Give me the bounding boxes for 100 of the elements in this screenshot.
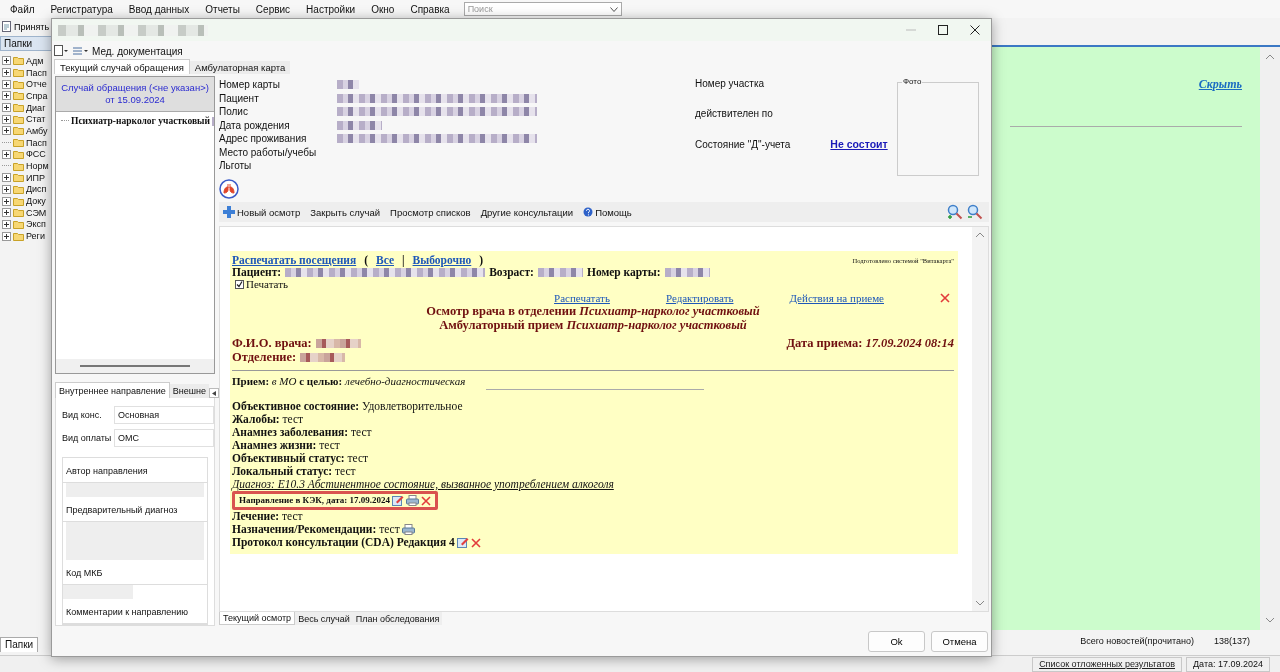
scroll-down-icon[interactable] [1265,616,1275,624]
expand-icon[interactable] [2,208,11,218]
expand-icon[interactable] [2,126,11,136]
scroll-up-icon[interactable] [1265,53,1275,61]
accept-button[interactable]: Принять [2,21,50,33]
edit-icon[interactable] [456,537,469,548]
document-action-link[interactable]: Редактировать [665,292,734,304]
toolbar-button[interactable]: Помощь [583,206,632,218]
tree-item[interactable]: Стат [26,114,46,125]
zoom-in-icon[interactable] [947,204,963,220]
expand-icon[interactable] [2,56,11,66]
toolbar-button[interactable]: Другие консультации [480,206,574,218]
group-label: Код МКБ [66,568,104,578]
tree-item[interactable]: ФСС [26,149,46,160]
tree-item[interactable]: Эксп [26,219,46,230]
tree-item[interactable]: ИПР [26,172,45,183]
input-field[interactable] [66,522,204,560]
printer-icon[interactable] [401,524,415,535]
maximize-icon[interactable] [938,25,948,35]
toolbar-button[interactable]: Просмотр списков [390,206,471,218]
tree-item[interactable]: Норм [26,161,49,172]
delete-icon[interactable] [940,293,950,303]
folder-icon [13,91,24,101]
menu-item[interactable]: Файл [2,3,43,15]
case-header[interactable]: Случай обращения (<не указан>) от 15.09.2024 [56,77,214,112]
menu-item[interactable]: Настройки [298,3,364,15]
expand-icon[interactable] [2,173,11,183]
tree-item[interactable]: Психиатр-нарколог участковый [71,116,210,126]
expand-icon[interactable] [2,68,11,78]
tree-item[interactable]: Спра [26,90,48,101]
expand-icon[interactable] [2,184,11,194]
deferred-results-link[interactable]: Список отложенных результатов [1032,657,1182,672]
all-link[interactable]: Все [375,254,394,266]
tree-item[interactable]: Дисп [26,184,47,195]
expand-icon[interactable] [2,219,11,229]
checkbox[interactable] [235,279,244,289]
tree-item[interactable]: Амбу [26,125,48,136]
tab[interactable]: План обследования [352,612,443,625]
horizontal-scrollbar[interactable] [56,359,214,373]
tab[interactable]: Внешне [169,384,209,398]
tab[interactable]: Текущий случай обращения [54,59,190,74]
close-icon[interactable] [970,25,980,35]
menu-item[interactable]: Отчеты [197,3,248,15]
tree-item[interactable]: Отче [26,79,47,90]
tree-item[interactable]: Пасп [26,137,47,148]
scroll-down-icon[interactable] [975,599,985,607]
zoom-out-icon[interactable] [967,204,983,220]
tab[interactable]: Амбулаторная карта [189,61,291,74]
tree-item[interactable]: Диаг [26,102,46,113]
plus-icon[interactable] [223,206,235,218]
menu-item[interactable]: Сервис [247,3,299,15]
menu-item[interactable]: Регистратура [42,3,121,15]
tree-item[interactable]: Адм [26,55,44,66]
toolbar-button[interactable]: Новый осмотр [223,206,301,218]
hide-link[interactable]: Скрыть [1198,77,1242,92]
field-label: Отделение: [232,350,297,364]
expand-icon[interactable] [2,91,11,101]
toolbar-button[interactable]: Закрыть случай [310,206,381,218]
dialog-button[interactable]: Отмена [931,630,988,652]
tab[interactable]: Внутреннее направление [55,382,170,398]
print-visits-link[interactable]: Распечатать посещения [232,254,357,266]
scrollbar[interactable] [972,227,988,611]
document-icon[interactable] [2,21,13,33]
input-field[interactable]: Основная [114,406,214,424]
tree-item[interactable]: СЭМ [26,207,47,218]
menu-item[interactable]: Справка [402,3,458,15]
folder-icon [13,208,24,218]
expand-icon[interactable] [2,79,11,89]
lungs-icon[interactable] [219,178,239,199]
input-field[interactable] [63,585,133,599]
tree-item[interactable]: Доку [26,196,46,207]
status-link[interactable]: Не состоит [830,138,888,150]
expand-icon[interactable] [2,231,11,241]
diagnosis-text: Диагноз: E10.3 Абстинентное состояние, вызванное употреблением алкоголя [232,478,614,491]
menu-item[interactable]: Окно [363,3,403,15]
menu-item[interactable]: Ввод данных [120,3,198,15]
document-action-link[interactable]: Действия на приеме [789,292,884,304]
selective-link[interactable]: Выборочно [412,254,472,266]
tab-left-icon[interactable] [208,388,219,398]
input-field[interactable] [66,483,204,497]
expand-icon[interactable] [2,149,11,159]
help-icon[interactable] [583,207,594,217]
delete-icon[interactable] [470,537,481,548]
input-field[interactable]: ОМС [114,429,214,447]
delete-icon[interactable] [420,495,431,506]
document-action-link[interactable]: Распечатать [554,292,610,304]
folders-tab[interactable]: Папки [0,637,39,652]
tree-item[interactable]: Реги [26,231,45,242]
expand-icon[interactable] [2,114,11,124]
printer-icon[interactable] [405,495,419,506]
edit-icon[interactable] [391,495,404,506]
tree-item[interactable]: Пасп [26,67,47,78]
expand-icon[interactable] [2,103,11,113]
document-dropdown-icon[interactable] [54,45,68,57]
dialog-button[interactable]: Ok [868,630,925,652]
tab[interactable]: Весь случай [295,612,353,625]
tab[interactable]: Текущий осмотр [219,612,296,625]
expand-icon[interactable] [2,196,11,206]
referral-entry: Направление в КЭК, дата: 17.09.2024 [239,494,390,507]
scroll-up-icon[interactable] [975,231,985,239]
